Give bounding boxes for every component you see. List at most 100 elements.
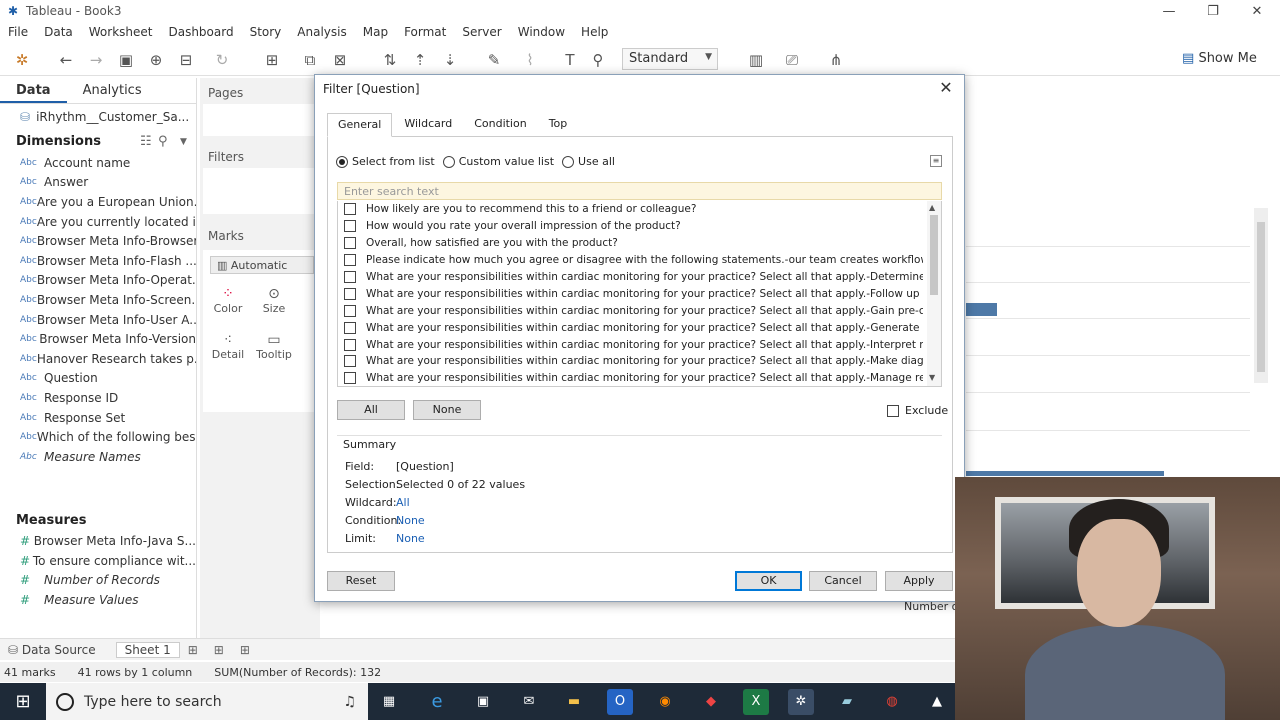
list-item[interactable]: How would you rate your overall impressi…: [338, 218, 923, 235]
exclude-checkbox-row[interactable]: Exclude: [887, 404, 948, 417]
dimension-field[interactable]: Abc Browser Meta Info-Screen...: [0, 290, 196, 310]
dimension-field[interactable]: Abc Are you a European Union...: [0, 192, 196, 212]
pages-shelf[interactable]: [203, 104, 315, 136]
list-options-icon[interactable]: ≡: [930, 155, 942, 167]
tab-data[interactable]: Data: [0, 78, 67, 103]
values-list[interactable]: How likely are you to recommend this to …: [337, 201, 942, 387]
tab-condition[interactable]: Condition: [464, 113, 537, 136]
color-button[interactable]: ⁘ Color: [208, 286, 248, 315]
scroll-up-icon[interactable]: ▲: [929, 203, 935, 212]
minimize-button[interactable]: —: [1146, 0, 1192, 22]
list-item-checkbox[interactable]: [344, 287, 356, 300]
pause-icon[interactable]: ⊟: [176, 50, 196, 70]
task-view-icon[interactable]: ▦: [376, 689, 402, 715]
menu-dashboard[interactable]: Dashboard: [168, 25, 233, 39]
show-cards-icon[interactable]: ▥: [746, 50, 766, 70]
menu-data[interactable]: Data: [44, 25, 73, 39]
list-item[interactable]: What are your responsibilities within ca…: [338, 302, 923, 319]
filters-shelf[interactable]: [203, 168, 315, 214]
datasource-tab[interactable]: ⛁ Data Source: [0, 643, 104, 657]
notes-icon[interactable]: ▰: [834, 689, 860, 715]
restore-button[interactable]: ❐: [1190, 0, 1236, 22]
taskbar-search[interactable]: Type here to search ♫: [46, 683, 368, 720]
bar-mark[interactable]: [966, 303, 997, 316]
radio-use-all-label[interactable]: Use all: [578, 155, 615, 168]
pin-icon[interactable]: ⚲: [588, 50, 608, 70]
chrome-icon[interactable]: ◍: [879, 689, 905, 715]
save-icon[interactable]: ▣: [116, 50, 136, 70]
list-item-checkbox[interactable]: [344, 355, 356, 368]
detail-button[interactable]: ⁖ Detail: [208, 332, 248, 361]
dimension-field[interactable]: Abc Browser Meta Info-Flash ...: [0, 251, 196, 271]
file-explorer-icon[interactable]: ▬: [561, 689, 587, 715]
values-list-scrollbar[interactable]: ▲ ▼: [927, 201, 941, 386]
dimension-field[interactable]: Abc Browser Meta Info-Version: [0, 329, 196, 349]
clear-sheet-icon[interactable]: ⊠: [330, 50, 350, 70]
sort-desc-icon[interactable]: ⇣: [440, 50, 460, 70]
highlight-icon[interactable]: ✎: [484, 50, 504, 70]
radio-use-all[interactable]: [562, 155, 575, 168]
tab-sheet-1[interactable]: Sheet 1: [115, 641, 180, 658]
apply-button[interactable]: Apply: [885, 571, 953, 591]
fit-select[interactable]: Standard ▼: [622, 48, 718, 70]
firefox-icon[interactable]: ◉: [652, 689, 678, 715]
ok-button[interactable]: OK: [735, 571, 802, 591]
scrollbar-thumb[interactable]: [1257, 222, 1265, 372]
search-input[interactable]: Enter search text: [337, 182, 942, 200]
size-button[interactable]: ⊙ Size: [254, 286, 294, 315]
radio-custom-value-list[interactable]: [442, 155, 455, 168]
menu-server[interactable]: Server: [462, 25, 501, 39]
exclude-checkbox[interactable]: [887, 404, 899, 417]
new-worksheet-icon[interactable]: ⊞: [180, 643, 206, 657]
menu-window[interactable]: Window: [518, 25, 565, 39]
list-item-checkbox[interactable]: [344, 203, 356, 216]
radio-select-from-list-label[interactable]: Select from list: [352, 155, 435, 168]
refresh-icon[interactable]: ↻: [212, 50, 232, 70]
worksheet-scrollbar[interactable]: [1254, 208, 1268, 383]
list-item[interactable]: What are your responsibilities within ca…: [338, 285, 923, 302]
menu-analysis[interactable]: Analysis: [297, 25, 346, 39]
show-me-button[interactable]: ▤ Show Me: [1182, 51, 1257, 66]
list-item-checkbox[interactable]: [344, 304, 356, 317]
dimension-field[interactable]: Abc Account name: [0, 153, 196, 173]
duplicate-icon[interactable]: ⧉: [300, 50, 320, 70]
scroll-down-icon[interactable]: ▼: [929, 373, 935, 382]
dimension-field[interactable]: Abc Which of the following bes...: [0, 427, 196, 447]
dimension-field[interactable]: Abc Browser Meta Info-User A...: [0, 310, 196, 330]
back-icon[interactable]: ←: [56, 50, 76, 70]
edge-icon[interactable]: e: [424, 689, 450, 715]
menu-format[interactable]: Format: [404, 25, 446, 39]
list-item[interactable]: What are your responsibilities within ca…: [338, 370, 923, 386]
measure-field[interactable]: # Measure Values: [0, 590, 196, 610]
dimension-field[interactable]: Abc Hanover Research takes p...: [0, 349, 196, 369]
measure-field[interactable]: # To ensure compliance wit...: [0, 551, 196, 571]
menu-map[interactable]: Map: [363, 25, 388, 39]
dimension-field[interactable]: Abc Are you currently located i...: [0, 212, 196, 232]
menu-story[interactable]: Story: [250, 25, 282, 39]
photos-icon[interactable]: ▲: [924, 689, 950, 715]
group-icon[interactable]: ⌇: [520, 50, 540, 70]
outlook-icon[interactable]: O: [607, 689, 633, 715]
measure-field[interactable]: # Number of Records: [0, 571, 196, 591]
list-item[interactable]: What are your responsibilities within ca…: [338, 269, 923, 286]
list-item[interactable]: What are your responsibilities within ca…: [338, 353, 923, 370]
tab-analytics[interactable]: Analytics: [67, 78, 158, 103]
radio-select-from-list[interactable]: [336, 155, 348, 168]
mark-type-select[interactable]: ▥ Automatic: [210, 256, 314, 274]
summary-condition-link[interactable]: None: [396, 514, 425, 527]
tableau-taskbar-icon[interactable]: ✲: [788, 689, 814, 715]
list-item[interactable]: What are your responsibilities within ca…: [338, 319, 923, 336]
list-item-checkbox[interactable]: [344, 220, 356, 233]
labels-icon[interactable]: T: [560, 50, 580, 70]
cancel-button[interactable]: Cancel: [809, 571, 877, 591]
scrollbar-thumb[interactable]: [930, 215, 938, 295]
tab-wildcard[interactable]: Wildcard: [394, 113, 462, 136]
dropdown-icon[interactable]: ▼: [180, 137, 187, 147]
sort-asc-icon[interactable]: ⇡: [410, 50, 430, 70]
dimension-field[interactable]: Abc Browser Meta Info-Browser: [0, 231, 196, 251]
dimension-field[interactable]: Abc Answer: [0, 173, 196, 193]
new-datasource-icon[interactable]: ⊕: [146, 50, 166, 70]
list-item-checkbox[interactable]: [344, 372, 356, 385]
share-icon[interactable]: ⋔: [826, 50, 846, 70]
tooltip-button[interactable]: ▭ Tooltip: [254, 332, 294, 361]
